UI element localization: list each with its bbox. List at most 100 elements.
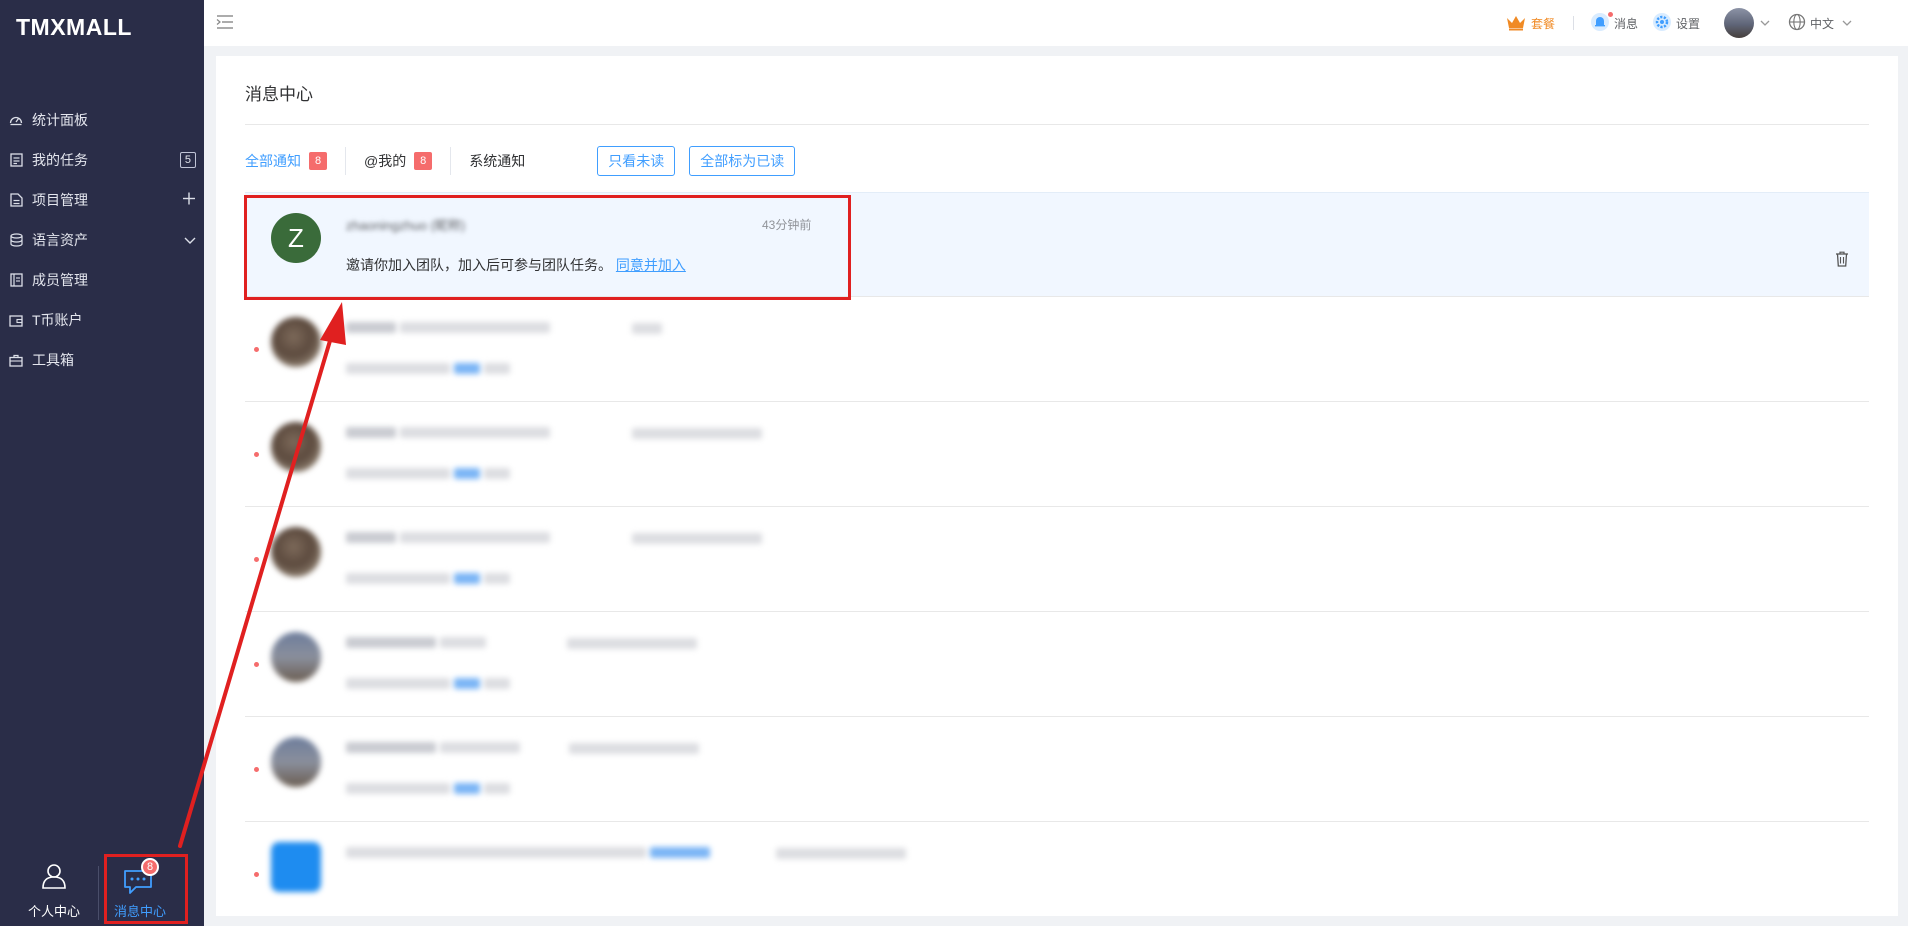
message-time xyxy=(632,531,762,545)
unread-only-button[interactable]: 只看未读 xyxy=(597,146,676,176)
message-list: Z zhaoningzhuo (昵称) 43分钟前 邀请你加入团队，加入后可参与… xyxy=(245,192,1869,926)
list-item[interactable] xyxy=(245,717,1869,822)
chevron-down-icon xyxy=(1760,16,1774,30)
tab-label: 全部通知 xyxy=(245,153,301,169)
mark-all-read-button[interactable]: 全部标为已读 xyxy=(689,146,796,176)
sidebar-item-dashboard[interactable]: 统计面板 xyxy=(0,100,204,140)
sidebar-item-label: 统计面板 xyxy=(32,112,88,128)
sidebar-item-toolbox[interactable]: 工具箱 xyxy=(0,340,204,380)
avatar: Z xyxy=(271,213,321,263)
database-icon xyxy=(8,232,24,248)
settings-label: 设置 xyxy=(1675,16,1700,31)
page-title: 消息中心 xyxy=(245,85,313,104)
list-item[interactable] xyxy=(245,507,1869,612)
title-divider xyxy=(245,124,1869,125)
list-item[interactable] xyxy=(245,297,1869,402)
message-center-badge: 8 xyxy=(141,858,159,876)
avatar xyxy=(271,422,321,472)
chevron-down-icon xyxy=(1842,16,1856,30)
message-sender xyxy=(346,844,710,859)
message-time xyxy=(632,426,762,440)
avatar xyxy=(271,737,321,787)
wallet-icon xyxy=(8,312,24,328)
unread-dot xyxy=(254,557,259,562)
avatar xyxy=(271,527,321,577)
message-body xyxy=(346,569,510,585)
app-logo: TMXMALL xyxy=(16,14,132,40)
sidebar-item-members[interactable]: 成员管理 xyxy=(0,260,204,300)
avatar xyxy=(271,317,321,367)
avatar xyxy=(271,842,321,892)
header-divider xyxy=(1572,16,1574,30)
user-icon xyxy=(40,862,68,893)
sidebar-item-label: 语言资产 xyxy=(32,232,88,248)
tab-label: @我的 xyxy=(364,153,407,169)
avatar xyxy=(1723,8,1754,38)
notification-dot xyxy=(1607,11,1613,17)
message-time: 43分钟前 xyxy=(762,218,812,232)
message-time xyxy=(776,846,906,860)
message-sender xyxy=(346,424,550,439)
list-item[interactable] xyxy=(245,402,1869,507)
unread-dot xyxy=(254,767,259,772)
globe-icon xyxy=(1788,13,1810,34)
header-actions: 套餐 消息 设置 中文 xyxy=(1505,0,1908,46)
sidebar-item-t-coin-account[interactable]: T币账户 xyxy=(0,300,204,340)
message-body xyxy=(346,359,510,375)
personal-center-label: 个人中心 xyxy=(27,904,80,919)
tab-system-notifications[interactable]: 系统通知 xyxy=(469,151,525,171)
message-tabs: 全部通知 8 @我的 8 系统通知 只看未读 全部标为已读 xyxy=(245,144,796,178)
tab-count-badge: 8 xyxy=(309,152,327,170)
message-time xyxy=(632,321,662,335)
message-text: 邀请你加入团队，加入后可参与团队任务。 xyxy=(346,257,612,273)
sidebar-item-label: T币账户 xyxy=(32,312,83,328)
sidebar-item-my-tasks[interactable]: 我的任务 5 xyxy=(0,140,204,180)
chevron-down-icon[interactable] xyxy=(184,232,196,248)
tab-mentions[interactable]: @我的 8 xyxy=(364,151,433,171)
sidebar-item-language-assets[interactable]: 语言资产 xyxy=(0,220,204,260)
crown-icon xyxy=(1505,13,1531,34)
message-center-label: 消息中心 xyxy=(113,904,166,919)
bell-icon xyxy=(1590,11,1614,35)
message-center-card: 消息中心 全部通知 8 @我的 8 系统通知 只看未读 全部标为已读 Z zha… xyxy=(216,56,1898,916)
gear-icon xyxy=(1652,12,1676,35)
notifications-button[interactable]: 消息 xyxy=(1590,11,1638,35)
message-sender xyxy=(346,529,550,544)
user-avatar-dropdown[interactable] xyxy=(1723,8,1774,38)
list-item[interactable] xyxy=(245,822,1869,926)
message-sender: zhaoningzhuo (昵称) xyxy=(346,218,466,233)
sidebar-nav: 统计面板 我的任务 5 项目管理 语言资产 成员管理 T币账户 工具箱 xyxy=(0,100,204,380)
message-time xyxy=(567,636,697,650)
message-sender xyxy=(346,319,550,334)
message-body xyxy=(346,779,510,795)
sidebar-item-projects[interactable]: 项目管理 xyxy=(0,180,204,220)
tab-all-notifications[interactable]: 全部通知 8 xyxy=(245,151,327,171)
sidebar-bottom-divider xyxy=(98,866,99,920)
message-center-button[interactable]: 8 消息中心 xyxy=(100,852,180,922)
trash-icon[interactable] xyxy=(1835,251,1849,272)
plan-button[interactable]: 套餐 xyxy=(1505,13,1555,34)
tab-divider xyxy=(450,147,452,175)
message-sender xyxy=(346,634,486,649)
unread-dot xyxy=(254,347,259,352)
list-item[interactable] xyxy=(245,612,1869,717)
unread-dot xyxy=(254,662,259,667)
sidebar-item-label: 我的任务 xyxy=(32,152,88,168)
list-item[interactable]: Z zhaoningzhuo (昵称) 43分钟前 邀请你加入团队，加入后可参与… xyxy=(245,192,1869,297)
message-body: 邀请你加入团队，加入后可参与团队任务。 同意并加入 xyxy=(346,255,686,275)
message-body xyxy=(346,674,510,690)
settings-button[interactable]: 设置 xyxy=(1652,12,1700,35)
top-header: 套餐 消息 设置 中文 xyxy=(204,0,1908,46)
message-time xyxy=(569,741,699,755)
language-switcher[interactable]: 中文 xyxy=(1788,13,1856,34)
plan-label: 套餐 xyxy=(1530,16,1555,31)
personal-center-button[interactable]: 个人中心 xyxy=(14,852,94,922)
sidebar-item-label: 成员管理 xyxy=(32,272,88,288)
menu-toggle-icon[interactable] xyxy=(216,14,234,35)
message-body xyxy=(346,464,510,480)
task-icon xyxy=(8,152,24,168)
accept-invite-link[interactable]: 同意并加入 xyxy=(616,257,686,273)
toolbox-icon xyxy=(8,352,24,368)
sidebar: TMXMALL 统计面板 我的任务 5 项目管理 语言资产 成员管理 T币账户 … xyxy=(0,0,204,926)
plus-icon[interactable] xyxy=(182,192,196,209)
